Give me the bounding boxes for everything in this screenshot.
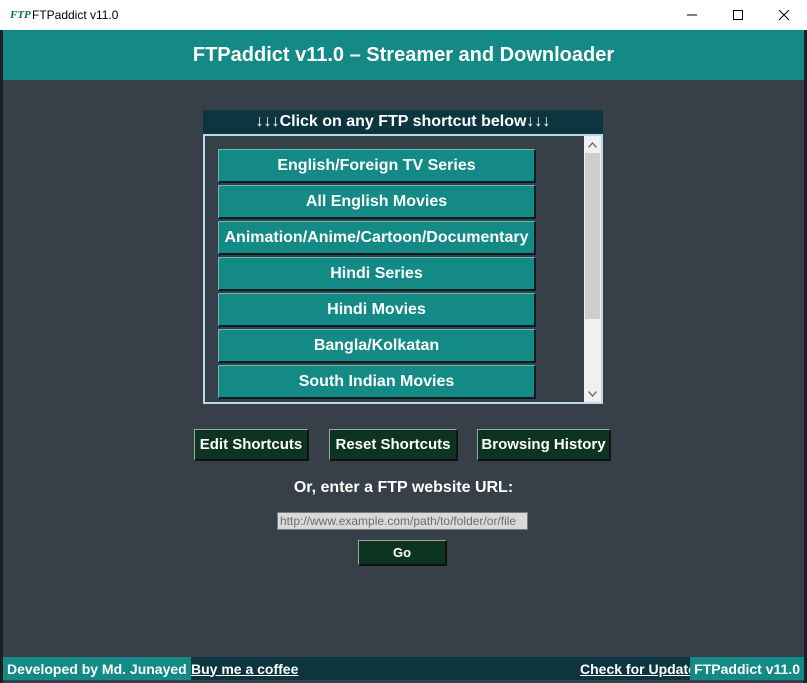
scroll-down-button[interactable] [584, 385, 601, 402]
shortcut-button-hindi-series[interactable]: Hindi Series [218, 257, 536, 291]
shortcuts-panel: English/Foreign TV Series All English Mo… [203, 134, 603, 404]
app-header: FTPaddict v11.0 – Streamer and Downloade… [3, 30, 804, 80]
url-input[interactable] [277, 512, 528, 530]
shortcut-button-animation[interactable]: Animation/Anime/Cartoon/Documentary [218, 221, 536, 255]
edit-shortcuts-button[interactable]: Edit Shortcuts [194, 429, 309, 461]
maximize-icon [733, 10, 743, 20]
window-edge-left [0, 30, 3, 683]
window-controls [669, 0, 807, 30]
shortcuts-scrollbar[interactable] [584, 136, 601, 402]
window-title: FTPaddict v11.0 [32, 8, 119, 22]
version-label: FTPaddict v11.0 [690, 657, 804, 680]
developer-credit: Developed by Md. Junayed [3, 657, 191, 680]
close-button[interactable] [761, 0, 807, 30]
window-titlebar[interactable]: FTP FTPaddict v11.0 [0, 0, 807, 31]
shortcut-button-english-tv-series[interactable]: English/Foreign TV Series [218, 149, 536, 183]
check-update-link[interactable]: Check for Update [580, 657, 696, 680]
maximize-button[interactable] [715, 0, 761, 30]
footer-bar: Developed by Md. Junayed Buy me a coffee… [3, 657, 804, 680]
app-icon: FTP [10, 9, 31, 21]
minimize-icon [687, 14, 697, 16]
shortcut-button-south-indian[interactable]: South Indian Movies [218, 365, 536, 399]
reset-shortcuts-button[interactable]: Reset Shortcuts [329, 429, 458, 461]
close-icon [779, 10, 789, 20]
scroll-up-button[interactable] [584, 136, 601, 153]
go-button[interactable]: Go [358, 540, 447, 566]
shortcuts-panel-title: ↓↓↓Click on any FTP shortcut below↓↓↓ [203, 110, 603, 134]
shortcut-button-hindi-movies[interactable]: Hindi Movies [218, 293, 536, 327]
buy-coffee-link[interactable]: Buy me a coffee [191, 657, 298, 680]
scroll-thumb[interactable] [585, 153, 600, 319]
shortcut-button-english-movies[interactable]: All English Movies [218, 185, 536, 219]
minimize-button[interactable] [669, 0, 715, 30]
chevron-down-icon [588, 390, 597, 397]
shortcut-list: English/Foreign TV Series All English Mo… [218, 149, 536, 401]
url-entry-label: Or, enter a FTP website URL: [293, 479, 514, 496]
browsing-history-button[interactable]: Browsing History [477, 429, 611, 461]
chevron-up-icon [588, 141, 597, 148]
shortcut-button-bangla[interactable]: Bangla/Kolkatan [218, 329, 536, 363]
